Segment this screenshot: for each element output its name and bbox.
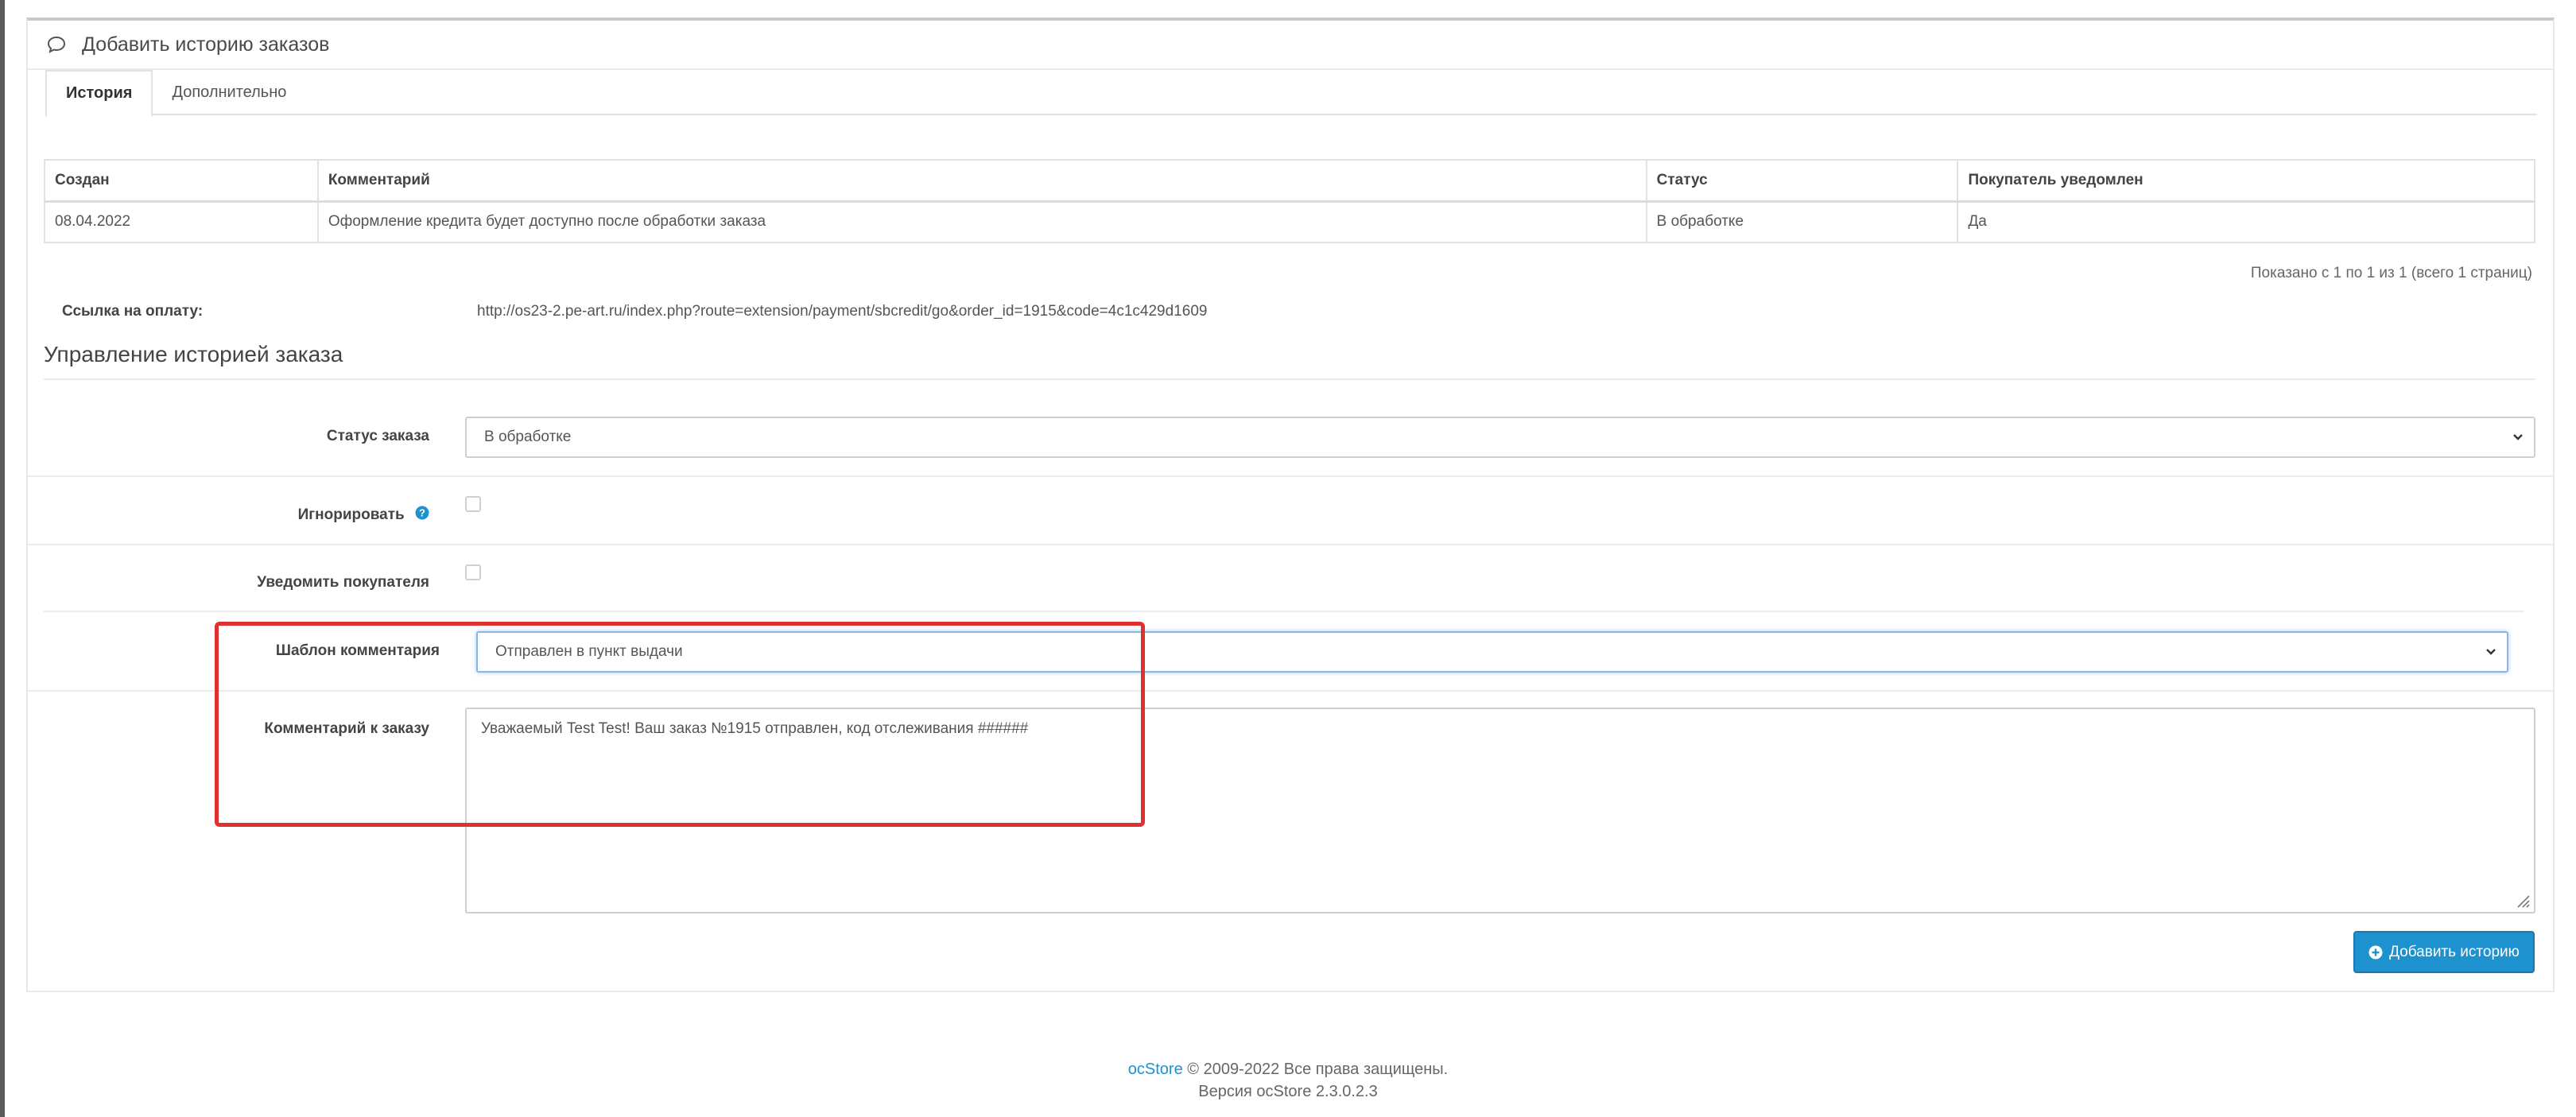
tab-history-label: История [66, 84, 133, 102]
add-history-button[interactable]: Добавить историю [2353, 931, 2535, 973]
footer: ocStore © 2009-2022 Все права защищены. … [0, 1058, 2576, 1103]
template-select[interactable]: Отправлен в пункт выдачи [476, 631, 2508, 673]
ignore-checkbox[interactable] [465, 496, 481, 512]
template-label: Шаблон комментария [275, 642, 440, 659]
row-divider [28, 544, 2553, 545]
comment-icon [45, 33, 68, 56]
resize-grip-icon[interactable] [2515, 893, 2531, 909]
panel-heading: Добавить историю заказов [28, 21, 2553, 70]
cell-comment: Оформление кредита будет доступно после … [316, 200, 1647, 243]
payment-link-value: http://os23-2.pe-art.ru/index.php?route=… [477, 303, 1208, 320]
notify-label: Уведомить покупателя [257, 574, 429, 591]
window-edge [0, 0, 5, 1117]
footer-copyright: © 2009-2022 Все права защищены. [1187, 1061, 1449, 1078]
notify-checkbox[interactable] [465, 564, 481, 580]
tab-additional-label: Дополнительно [172, 83, 287, 101]
status-select-value: В обработке [484, 429, 572, 445]
chevron-down-icon [2486, 649, 2496, 655]
add-history-button-label: Добавить историю [2389, 943, 2520, 960]
column-header-created: Создан [44, 159, 319, 203]
plus-circle-icon [2368, 945, 2383, 960]
footer-copyright-line: ocStore © 2009-2022 Все права защищены. [0, 1058, 2576, 1080]
template-select-value: Отправлен в пункт выдачи [495, 643, 683, 660]
payment-link-label: Ссылка на оплату: [62, 303, 204, 320]
cell-notified: Да [1957, 200, 2535, 243]
panel-title: Добавить историю заказов [82, 33, 330, 56]
column-header-comment: Комментарий [316, 159, 1647, 203]
comment-textarea[interactable]: Уважаемый Test Test! Ваш заказ №1915 отп… [465, 708, 2535, 913]
row-divider [44, 611, 2524, 612]
column-header-notified: Покупатель уведомлен [1957, 159, 2535, 203]
pagination-info: Показано с 1 по 1 из 1 (всего 1 страниц) [2250, 265, 2532, 281]
cell-status: В обработке [1645, 200, 1959, 243]
chevron-down-icon [2513, 434, 2523, 440]
comment-label: Комментарий к заказу [264, 720, 429, 737]
history-table: Создан Комментарий Статус Покупатель уве… [44, 159, 2535, 243]
svg-text:?: ? [419, 507, 425, 519]
footer-version: Версия ocStore 2.3.0.2.3 [1198, 1083, 1378, 1100]
footer-brand-link[interactable]: ocStore [1128, 1061, 1183, 1078]
help-icon[interactable]: ? [415, 506, 429, 525]
ignore-label-text: Игнорировать [297, 506, 405, 524]
tab-history[interactable]: История [45, 70, 153, 117]
tab-bar: История Дополнительно [45, 70, 2537, 117]
status-select[interactable]: В обработке [465, 417, 2535, 458]
column-header-status: Статус [1645, 159, 1959, 203]
ignore-label: Игнорировать ? [64, 506, 429, 525]
section-title-text: Управление историей заказа [44, 342, 343, 367]
cell-created: 08.04.2022 [44, 200, 319, 243]
table-header-row: Создан Комментарий Статус Покупатель уве… [44, 159, 2535, 203]
comment-textarea-value: Уважаемый Test Test! Ваш заказ №1915 отп… [481, 720, 1029, 737]
row-divider [28, 475, 2553, 477]
status-label: Статус заказа [326, 428, 429, 444]
tab-additional[interactable]: Дополнительно [153, 70, 305, 115]
table-row: 08.04.2022 Оформление кредита будет дост… [44, 200, 2535, 243]
section-title: Управление историей заказа [44, 342, 2535, 380]
row-divider [28, 690, 2553, 692]
